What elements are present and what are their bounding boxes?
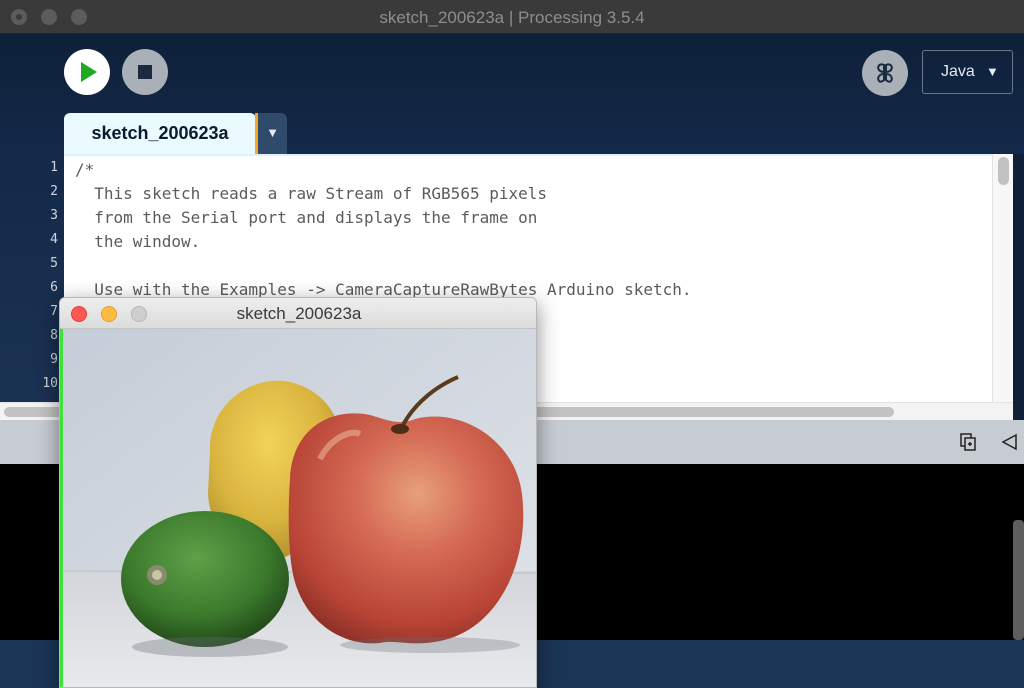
line-number: 5 <box>50 256 58 271</box>
tab-menu-button[interactable]: ▼ <box>258 113 287 154</box>
camera-frame-image <box>60 329 536 687</box>
line-number: 7 <box>50 304 58 319</box>
sketch-title-bar: sketch_200623a <box>60 298 536 329</box>
butterfly-debug-icon <box>877 63 893 83</box>
chevron-down-icon: ▼ <box>986 64 999 79</box>
window-title: sketch_200623a | Processing 3.5.4 <box>379 8 645 27</box>
mode-selector[interactable]: Java ▼ <box>922 50 1013 94</box>
debug-button[interactable] <box>862 50 908 96</box>
line-number: 10 <box>42 376 58 391</box>
line-number: 3 <box>50 208 58 223</box>
line-number: 2 <box>50 184 58 199</box>
code-line: the window. <box>75 232 201 251</box>
stop-button[interactable] <box>122 49 168 95</box>
line-number: 8 <box>50 328 58 343</box>
line-number: 9 <box>50 352 58 367</box>
canvas-edge-highlight <box>60 329 63 687</box>
sketch-window-title: sketch_200623a <box>236 304 362 323</box>
vertical-scroll-thumb[interactable] <box>998 157 1009 185</box>
collapse-console-icon[interactable] <box>1000 432 1020 452</box>
copy-icon[interactable] <box>958 432 978 452</box>
mode-label: Java <box>941 63 975 80</box>
line-number: 1 <box>50 160 58 175</box>
stop-icon <box>138 65 152 79</box>
title-bar: sketch_200623a | Processing 3.5.4 <box>0 0 1024 34</box>
editor-vertical-scrollbar[interactable] <box>992 154 1013 402</box>
code-line: /* <box>75 160 95 179</box>
code-line: from the Serial port and displays the fr… <box>75 208 538 227</box>
run-button[interactable] <box>64 49 110 95</box>
line-number: 6 <box>50 280 58 295</box>
line-number: 4 <box>50 232 58 247</box>
code-line: This sketch reads a raw Stream of RGB565… <box>75 184 548 203</box>
console-scrollbar[interactable] <box>1013 520 1024 640</box>
line-number-gutter: 1 2 3 4 5 6 7 8 9 10 <box>0 154 64 402</box>
play-icon <box>81 62 97 82</box>
processing-ide: sketch_200623a | Processing 3.5.4 Java ▼… <box>0 0 1024 688</box>
sketch-output-window: sketch_200623a <box>59 297 537 688</box>
tab-sketch[interactable]: sketch_200623a <box>64 113 256 154</box>
